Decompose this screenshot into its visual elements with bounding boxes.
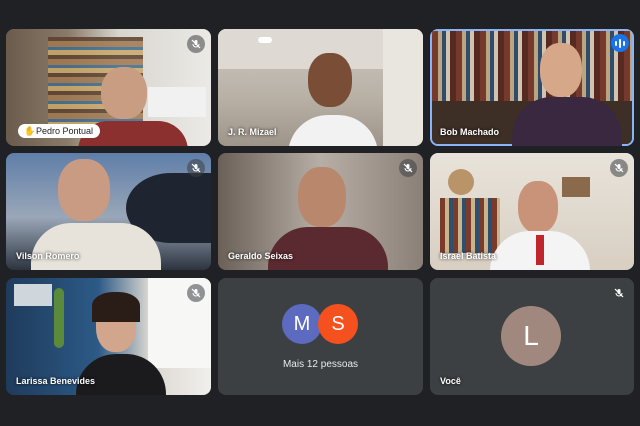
participant-tile-jr-mizael[interactable]: J. R. Mizael [218,29,423,146]
person-silhouette [298,167,346,227]
audio-level-icon [611,34,629,52]
person-silhouette [58,159,110,221]
mic-off-icon [187,159,205,177]
avatar: M [282,304,322,344]
mic-off-icon [610,159,628,177]
participant-name: Bob Machado [440,127,500,137]
participant-tile-pedro-pontual[interactable]: ✋ Pedro Pontual [6,29,211,146]
participant-name: Pedro Pontual [36,126,94,136]
more-participants-tile[interactable]: M S Mais 12 pessoas [218,278,423,395]
participant-tile-self[interactable]: L Você [430,278,634,395]
avatar-initial: L [523,320,539,351]
participant-name: J. R. Mizael [228,127,277,137]
participant-tile-israel-batista[interactable]: Israel Batista [430,153,634,270]
avatar-initial: M [293,312,311,335]
person-silhouette [308,53,352,107]
avatar: S [318,304,358,344]
participant-name: Você [440,376,461,386]
mic-off-icon [187,35,205,53]
participant-tile-larissa-benevides[interactable]: Larissa Benevides [6,278,211,395]
person-silhouette [540,43,582,97]
participant-name: Vilson Romero [16,251,80,261]
participant-name: Larissa Benevides [16,376,96,386]
mic-off-icon [399,159,417,177]
mic-off-icon [187,284,205,302]
person-silhouette [101,67,147,119]
participant-name: Geraldo Seixas [228,251,294,261]
avatar: L [501,306,561,366]
participant-tile-geraldo-seixas[interactable]: Geraldo Seixas [218,153,423,270]
participant-tile-bob-machado[interactable]: Bob Machado [430,29,634,146]
avatar-initial: S [331,312,345,335]
participant-name-pill: ✋ Pedro Pontual [18,124,101,138]
raised-hand-icon: ✋ [24,126,36,136]
participant-name: Israel Batista [440,251,497,261]
mic-off-icon [610,284,628,302]
more-participants-label: Mais 12 pessoas [282,359,359,370]
person-silhouette [518,181,558,233]
participant-tile-vilson-romero[interactable]: Vilson Romero [6,153,211,270]
